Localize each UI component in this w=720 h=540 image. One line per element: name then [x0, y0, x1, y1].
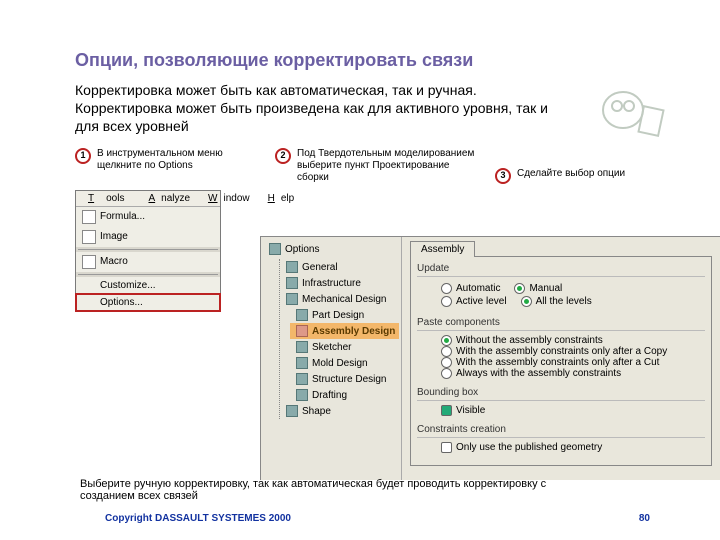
group-update: Update Automatic Manual Active level All… — [417, 263, 705, 315]
folder-icon — [286, 261, 298, 273]
tree-item-sketcher[interactable]: Sketcher — [290, 339, 399, 355]
options-window-screenshot: Options General Infrastructure Mechanical … — [260, 236, 720, 480]
group-paste: Paste components Without the assembly co… — [417, 317, 705, 385]
tree-item-mechanical-design[interactable]: Mechanical Design — [280, 291, 399, 307]
group-constraints: Constraints creation Only use the publis… — [417, 424, 705, 459]
folder-icon — [286, 277, 298, 289]
page-title: Опции, позволяющие корректировать связи — [75, 50, 655, 71]
menubar: Tools Analyze Window Help — [76, 191, 220, 207]
check-visible[interactable]: Visible — [441, 405, 703, 416]
folder-icon — [296, 373, 308, 385]
radio-after-copy[interactable]: With the assembly constraints only after… — [441, 346, 703, 357]
tree-item-label: Structure Design — [312, 374, 386, 385]
folder-icon — [296, 309, 308, 321]
tree-item-mold-design[interactable]: Mold Design — [290, 355, 399, 371]
menu-window[interactable]: Window — [196, 191, 256, 206]
menu-item-macro[interactable]: Macro — [76, 252, 220, 272]
menu-item-options[interactable]: Options... — [76, 294, 220, 311]
gear-icon — [269, 243, 281, 255]
image-icon — [82, 230, 96, 244]
folder-icon — [296, 357, 308, 369]
macro-icon — [82, 255, 96, 269]
step-badge-1: 1 — [75, 148, 91, 164]
step-2-text: Под Твердотельным моделированием выберит… — [297, 148, 475, 184]
menu-item-formula[interactable]: Formula... — [76, 207, 220, 227]
tree-root[interactable]: Options — [269, 243, 399, 255]
tree-item-label: Part Design — [312, 310, 364, 321]
radio-active-level[interactable]: Active level — [441, 296, 507, 307]
radio-automatic[interactable]: Automatic — [441, 283, 500, 294]
folder-icon — [286, 293, 298, 305]
radio-always-constraints[interactable]: Always with the assembly constraints — [441, 368, 703, 379]
step-1-text: В инструментальном меню щелкните по Opti… — [97, 148, 235, 172]
menu-tools[interactable]: Tools — [76, 191, 136, 206]
radio-all-levels[interactable]: All the levels — [521, 296, 592, 307]
tree-item-label: Infrastructure — [302, 278, 361, 289]
tree-item-label: Sketcher — [312, 342, 351, 353]
step-badge-2: 2 — [275, 148, 291, 164]
step-badge-3: 3 — [495, 168, 511, 184]
tree-item-label: Mold Design — [312, 358, 368, 369]
menu-item-image[interactable]: Image — [76, 227, 220, 247]
menu-analyze[interactable]: Analyze — [136, 191, 196, 206]
step-2: 2 Под Твердотельным моделированием выбер… — [275, 148, 475, 184]
radio-manual[interactable]: Manual — [514, 283, 562, 294]
tree-item-label: Shape — [302, 406, 331, 417]
tree-item-infrastructure[interactable]: Infrastructure — [280, 275, 399, 291]
folder-icon — [286, 405, 298, 417]
tree-item-part-design[interactable]: Part Design — [290, 307, 399, 323]
group-bounding-box: Bounding box Visible — [417, 387, 705, 422]
tools-dropdown-screenshot: Tools Analyze Window Help Formula... Ima… — [75, 190, 221, 312]
tree-item-assembly-design[interactable]: Assembly Design — [290, 323, 399, 339]
radio-without-constraints[interactable]: Without the assembly constraints — [441, 335, 703, 346]
tree-item-label: Mechanical Design — [302, 294, 387, 305]
page-number: 80 — [639, 513, 650, 524]
options-tree: Options General Infrastructure Mechanical … — [261, 237, 401, 480]
tree-item-structure-design[interactable]: Structure Design — [290, 371, 399, 387]
tree-item-general[interactable]: General — [280, 259, 399, 275]
menu-help[interactable]: Help — [256, 191, 301, 206]
menu-item-customize[interactable]: Customize... — [76, 277, 220, 294]
tree-item-label: Assembly Design — [312, 326, 395, 337]
step-3-text: Сделайте выбор опции — [517, 168, 625, 180]
step-3: 3 Сделайте выбор опции — [495, 168, 625, 184]
tree-item-label: General — [302, 262, 338, 273]
tree-item-shape[interactable]: Shape — [280, 403, 399, 419]
formula-icon — [82, 210, 96, 224]
folder-icon — [296, 341, 308, 353]
steps-row: 1 В инструментальном меню щелкните по Op… — [75, 148, 655, 184]
step-1: 1 В инструментальном меню щелкните по Op… — [75, 148, 235, 172]
check-only-published[interactable]: Only use the published geometry — [441, 442, 703, 453]
tree-item-drafting[interactable]: Drafting — [290, 387, 399, 403]
tab-assembly[interactable]: Assembly — [410, 241, 475, 257]
options-props: Assembly Update Automatic Manual Active … — [401, 237, 720, 480]
folder-icon — [296, 389, 308, 401]
mascot-illustration — [595, 80, 665, 140]
footnote: Выберите ручную корректировку, так как а… — [80, 478, 600, 502]
copyright: Copyright DASSAULT SYSTEMES 2000 — [105, 513, 291, 524]
intro-text: Корректировка может быть как автоматичес… — [75, 81, 555, 136]
radio-after-cut[interactable]: With the assembly constraints only after… — [441, 357, 703, 368]
folder-icon — [296, 325, 308, 337]
tree-item-label: Drafting — [312, 390, 347, 401]
